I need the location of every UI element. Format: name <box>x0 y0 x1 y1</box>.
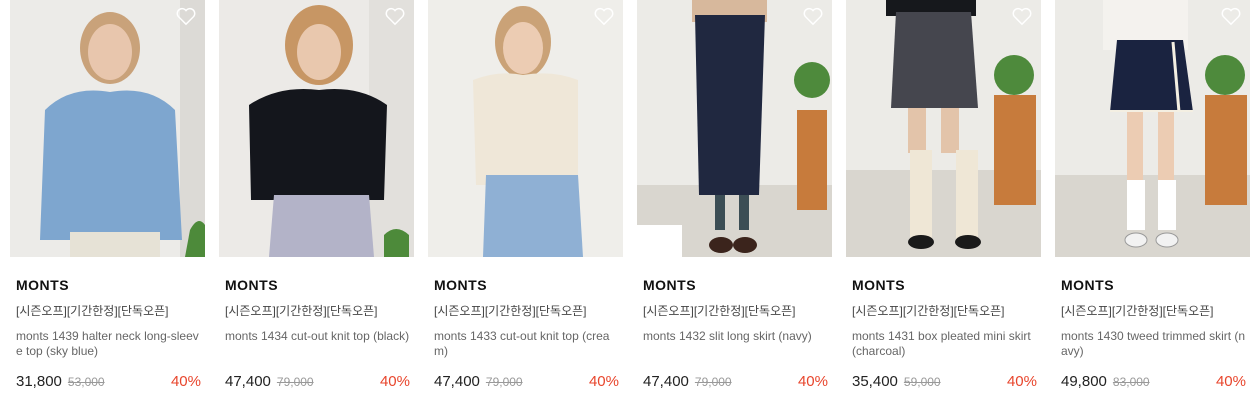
discount-rate: 40% <box>588 373 619 390</box>
product-grid: MONTS [시즌오프][기간한정][단독오픈] monts 1439 halt… <box>10 0 1250 393</box>
heart-icon[interactable] <box>593 6 615 26</box>
price-row: 49,800 83,000 40% <box>1055 373 1250 393</box>
price-row: 47,400 79,000 40% <box>637 373 832 393</box>
heart-icon[interactable] <box>802 6 824 26</box>
promo-tags: [시즌오프][기간한정][단독오픈] <box>643 304 796 318</box>
brand-name[interactable]: MONTS <box>637 277 832 293</box>
product-card[interactable]: MONTS [시즌오프][기간한정][단독오픈] monts 1431 box … <box>846 0 1041 393</box>
heart-icon[interactable] <box>384 6 406 26</box>
product-image[interactable] <box>219 0 414 257</box>
discount-rate: 40% <box>1215 373 1246 390</box>
promo-tags: [시즌오프][기간한정][단독오픈] <box>434 304 587 318</box>
product-photo <box>428 0 623 257</box>
sale-price: 47,400 <box>225 373 271 390</box>
product-card[interactable]: MONTS [시즌오프][기간한정][단독오픈] monts 1439 halt… <box>10 0 205 393</box>
original-price: 53,000 <box>67 375 105 389</box>
product-image[interactable] <box>10 0 205 257</box>
promo-tags: [시즌오프][기간한정][단독오픈] <box>225 304 378 318</box>
heart-icon[interactable] <box>1011 6 1033 26</box>
heart-icon[interactable] <box>175 6 197 26</box>
sale-price: 49,800 <box>1061 373 1107 390</box>
price-row: 35,400 59,000 40% <box>846 373 1041 393</box>
product-name[interactable]: monts 1433 cut-out knit top (cream) <box>428 329 623 361</box>
product-photo <box>219 0 414 257</box>
sale-price: 47,400 <box>434 373 480 390</box>
product-photo <box>1055 0 1250 257</box>
price-row: 31,800 53,000 40% <box>10 373 205 393</box>
promo-tags: [시즌오프][기간한정][단독오픈] <box>852 304 1005 318</box>
heart-icon[interactable] <box>1220 6 1242 26</box>
discount-rate: 40% <box>170 373 201 390</box>
discount-rate: 40% <box>1006 373 1037 390</box>
promo-tags: [시즌오프][기간한정][단독오픈] <box>16 304 169 318</box>
product-card[interactable]: MONTS [시즌오프][기간한정][단독오픈] monts 1432 slit… <box>637 0 832 393</box>
product-name[interactable]: monts 1439 halter neck long-sleeve top (… <box>10 329 205 361</box>
product-card[interactable]: MONTS [시즌오프][기간한정][단독오픈] monts 1430 twee… <box>1055 0 1250 393</box>
original-price: 83,000 <box>1112 375 1150 389</box>
product-image[interactable] <box>637 0 832 257</box>
brand-name[interactable]: MONTS <box>428 277 623 293</box>
promo-tags: [시즌오프][기간한정][단독오픈] <box>1061 304 1214 318</box>
product-photo <box>10 0 205 257</box>
product-image[interactable] <box>428 0 623 257</box>
discount-rate: 40% <box>797 373 828 390</box>
product-card[interactable]: MONTS [시즌오프][기간한정][단독오픈] monts 1433 cut-… <box>428 0 623 393</box>
original-price: 79,000 <box>694 375 732 389</box>
product-image[interactable] <box>846 0 1041 257</box>
brand-name[interactable]: MONTS <box>846 277 1041 293</box>
product-name[interactable]: monts 1434 cut-out knit top (black) <box>219 329 414 361</box>
price-row: 47,400 79,000 40% <box>219 373 414 393</box>
product-photo <box>846 0 1041 257</box>
sale-price: 47,400 <box>643 373 689 390</box>
product-name[interactable]: monts 1431 box pleated mini skirt (charc… <box>846 329 1041 361</box>
product-card[interactable]: MONTS [시즌오프][기간한정][단독오픈] monts 1434 cut-… <box>219 0 414 393</box>
brand-name[interactable]: MONTS <box>1055 277 1250 293</box>
product-photo <box>637 0 832 257</box>
product-name[interactable]: monts 1430 tweed trimmed skirt (navy) <box>1055 329 1250 361</box>
sale-price: 35,400 <box>852 373 898 390</box>
discount-rate: 40% <box>379 373 410 390</box>
brand-name[interactable]: MONTS <box>219 277 414 293</box>
price-row: 47,400 79,000 40% <box>428 373 623 393</box>
product-name[interactable]: monts 1432 slit long skirt (navy) <box>637 329 832 361</box>
original-price: 59,000 <box>903 375 941 389</box>
sale-price: 31,800 <box>16 373 62 390</box>
original-price: 79,000 <box>276 375 314 389</box>
brand-name[interactable]: MONTS <box>10 277 205 293</box>
product-image[interactable] <box>1055 0 1250 257</box>
original-price: 79,000 <box>485 375 523 389</box>
